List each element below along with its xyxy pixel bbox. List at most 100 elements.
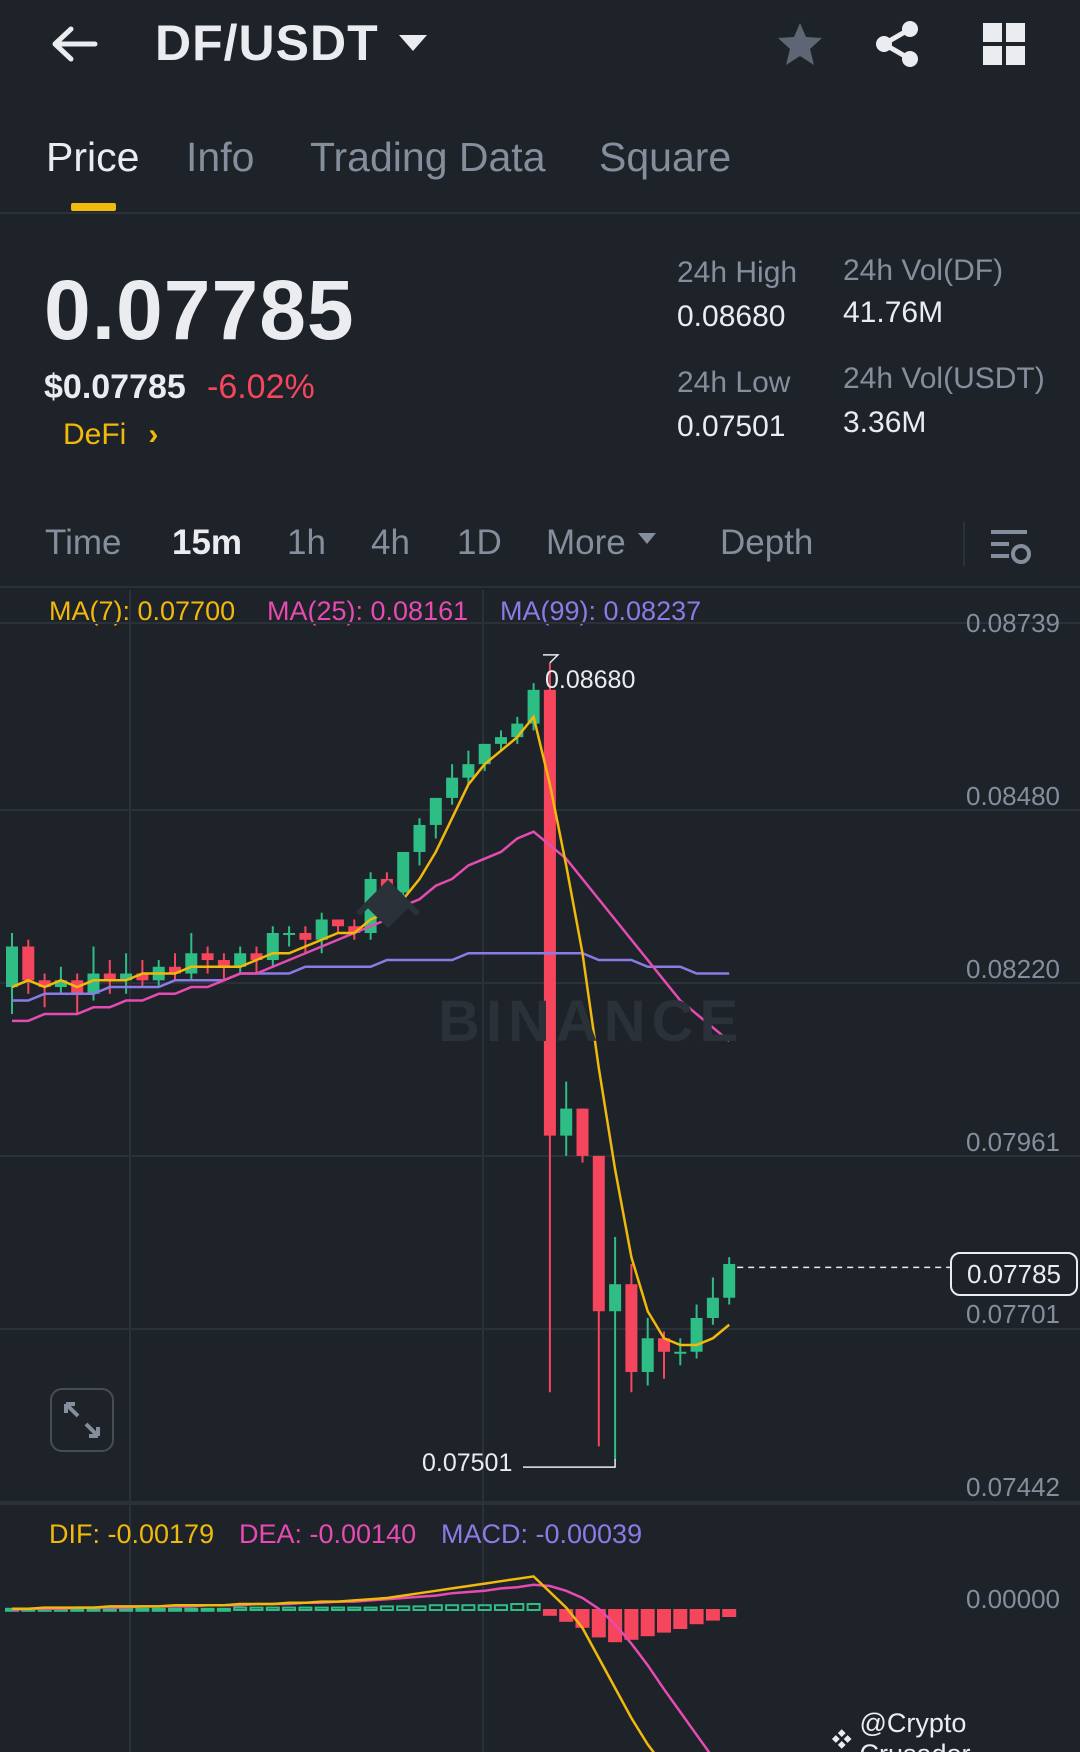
macd-bar	[135, 1607, 150, 1612]
tab-trading-data[interactable]: Trading Data	[310, 134, 546, 181]
macd-bar	[347, 1606, 362, 1611]
dif-line	[12, 1575, 656, 1752]
candle-body	[674, 1351, 687, 1354]
candle-body	[332, 919, 344, 927]
star-icon	[778, 23, 822, 65]
share-button[interactable]	[867, 16, 927, 72]
pair-selector[interactable]: DF/USDT	[155, 14, 427, 72]
candle-body	[429, 797, 442, 825]
macd-bar	[282, 1606, 297, 1611]
candle-body	[22, 946, 35, 981]
candle-body	[283, 933, 296, 936]
dif-label: DIF: -0.00179	[49, 1519, 215, 1549]
interval-more[interactable]: More	[546, 523, 656, 563]
macd-bar	[705, 1609, 720, 1621]
tab-price[interactable]: Price	[46, 134, 139, 181]
vol-base-label: 24h Vol(DF)	[843, 254, 1004, 287]
candle-body	[592, 1155, 605, 1312]
header-bar: DF/USDT	[0, 0, 1080, 96]
interval-15m[interactable]: 15m	[172, 523, 242, 563]
interval-bar: Time 15m 1h 4h 1D More Depth	[0, 508, 1080, 588]
share-icon	[876, 21, 918, 67]
tab-info[interactable]: Info	[186, 134, 254, 181]
macd-bar	[445, 1604, 460, 1612]
high-value: 0.08680	[677, 300, 786, 333]
macd-y-tick: 0.00000	[966, 1584, 1060, 1614]
low-label: 24h Low	[677, 366, 791, 399]
macd-bar	[265, 1606, 280, 1611]
y-tick: 0.08739	[966, 608, 1060, 638]
macd-bar	[331, 1606, 345, 1611]
candle-body	[413, 824, 426, 852]
candle-body	[397, 851, 410, 893]
macd-bar	[624, 1609, 639, 1640]
vol-quote-value: 3.36M	[843, 406, 927, 439]
price-change: -6.02%	[207, 368, 315, 406]
macd-bar	[168, 1607, 182, 1612]
grid-icon	[983, 23, 1025, 65]
favorite-button[interactable]	[770, 16, 830, 72]
price-chart[interactable]	[0, 590, 1080, 1752]
depth-tab[interactable]: Depth	[720, 523, 813, 563]
last-price: 0.07785	[44, 263, 355, 357]
chevron-right-icon: ›	[148, 418, 159, 451]
macd-bar	[689, 1609, 704, 1625]
interval-1h[interactable]: 1h	[287, 523, 326, 563]
macd-bar	[249, 1606, 264, 1611]
watermark-text: BINANCE	[438, 989, 745, 1054]
chart-settings-button[interactable]	[985, 518, 1035, 574]
macd-bar	[151, 1607, 166, 1612]
macd-bar	[477, 1604, 492, 1612]
macd-bar	[119, 1607, 134, 1612]
candle-body	[641, 1338, 654, 1373]
fullscreen-button[interactable]	[50, 1388, 114, 1452]
macd-bar	[722, 1609, 737, 1617]
low-marker-label: 0.07501	[422, 1449, 513, 1477]
candle-body	[609, 1284, 622, 1312]
y-tick: 0.07442	[966, 1472, 1060, 1502]
interval-more-label: More	[546, 523, 626, 562]
macd-bar	[216, 1607, 231, 1612]
page-tabs: Price Info Trading Data Square	[0, 116, 1080, 214]
divider	[963, 522, 965, 566]
y-tick: 0.08480	[966, 781, 1060, 811]
interval-time[interactable]: Time	[45, 523, 121, 563]
back-button[interactable]	[44, 18, 104, 70]
candle-body	[6, 946, 18, 988]
macd-bar	[461, 1604, 476, 1612]
settings-icon	[991, 530, 1031, 564]
high-marker-line	[543, 654, 560, 664]
candle-body	[495, 737, 507, 744]
credit-text: @Crypto Crusador	[859, 1708, 970, 1752]
macd-bar	[184, 1607, 199, 1612]
macd-bar	[542, 1609, 557, 1616]
macd-label: MACD: -0.00039	[441, 1519, 643, 1549]
low-marker-line	[523, 1459, 616, 1468]
macd-bar	[233, 1606, 248, 1611]
interval-1d[interactable]: 1D	[457, 523, 502, 563]
vol-base-value: 41.76M	[843, 296, 944, 329]
chevron-down-icon	[637, 533, 656, 545]
layout-button[interactable]	[974, 16, 1034, 72]
expand-icon	[64, 1402, 100, 1438]
macd-bar	[363, 1606, 378, 1611]
credit: @Crypto Crusador	[830, 1708, 1080, 1752]
interval-4h[interactable]: 4h	[371, 523, 410, 563]
macd-bar	[379, 1605, 394, 1612]
y-tick: 0.07961	[966, 1127, 1060, 1157]
candle-body	[690, 1317, 703, 1352]
macd-bar	[412, 1605, 427, 1612]
macd-bar	[494, 1604, 508, 1612]
chevron-down-icon	[398, 35, 427, 51]
tab-square[interactable]: Square	[599, 134, 731, 181]
low-value: 0.07501	[677, 410, 786, 443]
sector-tag[interactable]: DeFi ›	[63, 418, 158, 452]
high-marker-label: 0.08680	[545, 666, 636, 694]
macd-bar	[428, 1604, 443, 1612]
active-tab-indicator	[71, 203, 116, 211]
candle-body	[706, 1297, 719, 1318]
candle-body	[625, 1284, 638, 1373]
macd-bar	[640, 1609, 655, 1637]
candle-body	[576, 1108, 589, 1156]
usd-price: $0.07785	[44, 368, 186, 406]
